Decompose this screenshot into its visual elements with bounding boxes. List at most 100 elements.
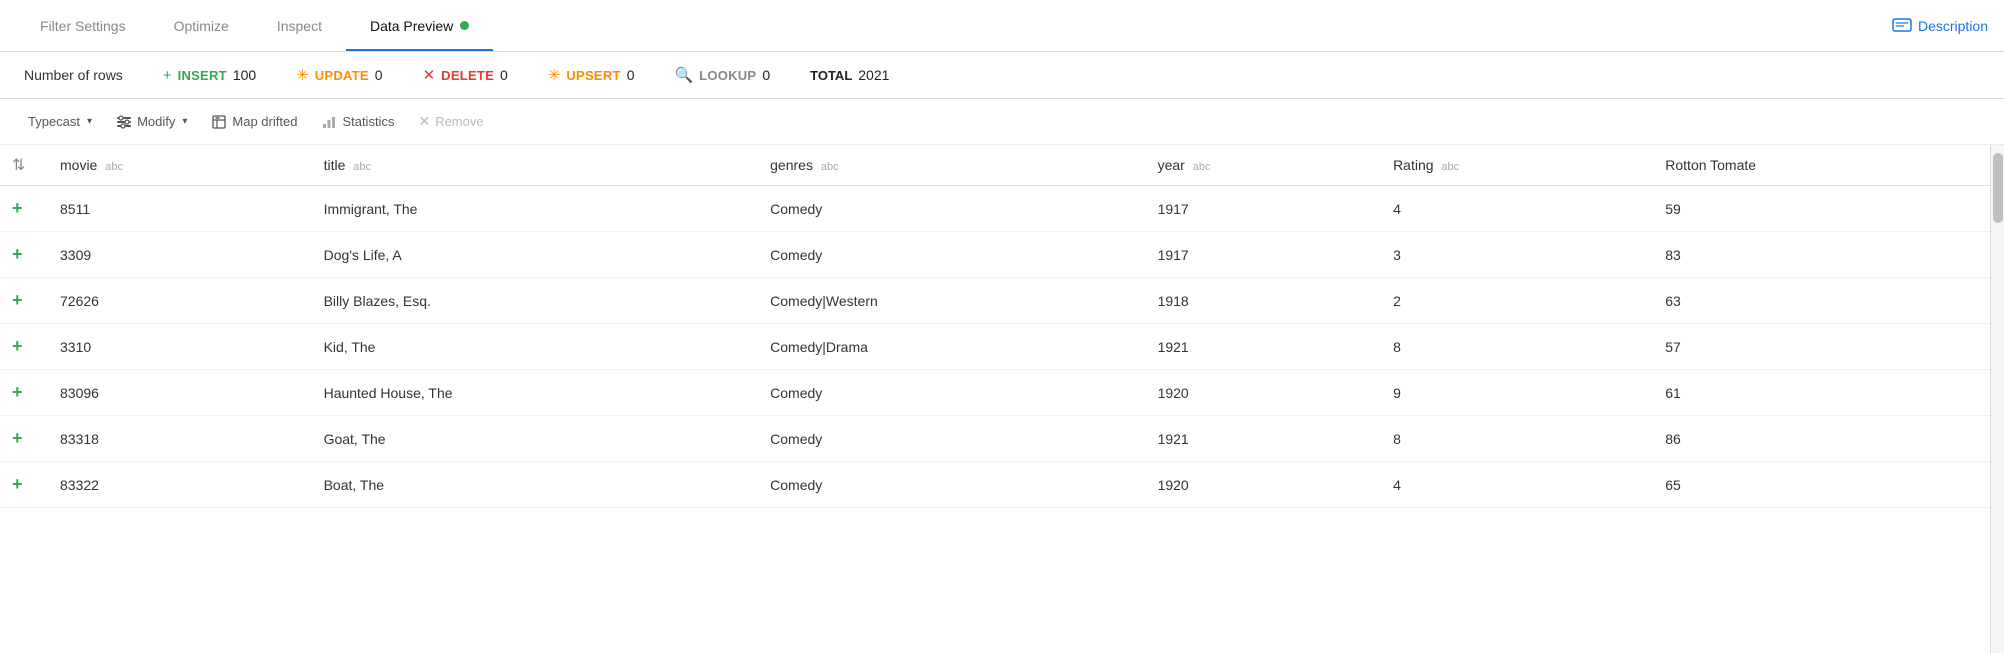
table-container[interactable]: ⇅ movie abc title abc genres abc (0, 145, 1990, 653)
title-cell: Boat, The (308, 462, 755, 508)
title-cell: Immigrant, The (308, 186, 755, 232)
vertical-scrollbar[interactable] (1990, 145, 2004, 653)
table-row: +83096Haunted House, TheComedy1920961 (0, 370, 1990, 416)
tab-filter-settings[interactable]: Filter Settings (16, 0, 150, 51)
total-value: 2021 (858, 67, 889, 83)
title-cell: Goat, The (308, 416, 755, 462)
typecast-label: Typecast (28, 114, 80, 129)
table-row: +3310Kid, TheComedy|Drama1921857 (0, 324, 1990, 370)
rotten-tomatoes-col-label: Rotton Tomate (1665, 157, 1756, 173)
typecast-chevron: ▾ (87, 116, 92, 127)
tab-inspect[interactable]: Inspect (253, 0, 346, 51)
rotten_tomatoes-cell: 61 (1649, 370, 1990, 416)
statistics-label: Statistics (342, 114, 394, 129)
title-col-type: abc (353, 161, 371, 173)
tab-data-preview[interactable]: Data Preview (346, 0, 493, 51)
table-row: +83318Goat, TheComedy1921886 (0, 416, 1990, 462)
table-body: +8511Immigrant, TheComedy1917459+3309Dog… (0, 186, 1990, 508)
genres-cell: Comedy|Western (754, 278, 1141, 324)
modify-button[interactable]: Modify ▾ (104, 110, 199, 134)
insert-label: INSERT (178, 68, 227, 83)
remove-label: Remove (435, 114, 483, 129)
modify-label: Modify (137, 114, 175, 129)
rating-cell: 4 (1377, 186, 1649, 232)
year-col-type: abc (1193, 161, 1211, 173)
rotten_tomatoes-cell: 65 (1649, 462, 1990, 508)
rating-cell: 8 (1377, 416, 1649, 462)
genres-col-type: abc (821, 161, 839, 173)
tab-optimize[interactable]: Optimize (150, 0, 253, 51)
scrollbar-thumb[interactable] (1993, 153, 2003, 223)
movie-cell: 3310 (44, 324, 308, 370)
rating-cell: 2 (1377, 278, 1649, 324)
tab-optimize-label: Optimize (174, 18, 229, 34)
row-indicator: + (0, 278, 44, 324)
row-indicator: + (0, 416, 44, 462)
rating-cell: 3 (1377, 232, 1649, 278)
insert-stat: + INSERT 100 (163, 67, 256, 84)
upsert-icon: ✳ (548, 66, 561, 84)
title-cell: Billy Blazes, Esq. (308, 278, 755, 324)
movie-cell: 83096 (44, 370, 308, 416)
genres-cell: Comedy (754, 462, 1141, 508)
rating-cell: 9 (1377, 370, 1649, 416)
movie-cell: 3309 (44, 232, 308, 278)
statistics-icon (321, 114, 337, 130)
rotten_tomatoes-cell: 63 (1649, 278, 1990, 324)
stats-row: Number of rows + INSERT 100 ✳ UPDATE 0 ✕… (0, 52, 2004, 99)
year-cell: 1920 (1142, 462, 1377, 508)
row-indicator: + (0, 232, 44, 278)
toolbar: Typecast ▾ Modify ▾ Map drifted (0, 99, 2004, 145)
rotten-tomatoes-column-header[interactable]: Rotton Tomate (1649, 145, 1990, 186)
year-cell: 1917 (1142, 232, 1377, 278)
movie-cell: 72626 (44, 278, 308, 324)
movie-cell: 83322 (44, 462, 308, 508)
row-indicator: + (0, 186, 44, 232)
rotten_tomatoes-cell: 83 (1649, 232, 1990, 278)
total-label: TOTAL (810, 68, 852, 83)
title-column-header[interactable]: title abc (308, 145, 755, 186)
delete-stat: ✕ DELETE 0 (423, 66, 508, 84)
movie-column-header[interactable]: movie abc (44, 145, 308, 186)
rotten_tomatoes-cell: 86 (1649, 416, 1990, 462)
rating-cell: 8 (1377, 324, 1649, 370)
table-wrap: ⇅ movie abc title abc genres abc (0, 145, 2004, 653)
sort-column-header[interactable]: ⇅ (0, 145, 44, 186)
genres-cell: Comedy (754, 232, 1141, 278)
description-button[interactable]: Description (1892, 18, 1988, 34)
upsert-label: UPSERT (566, 68, 620, 83)
rating-col-type: abc (1441, 161, 1459, 173)
year-cell: 1917 (1142, 186, 1377, 232)
lookup-icon: 🔍 (674, 66, 693, 84)
chat-icon (1892, 18, 1912, 34)
remove-button[interactable]: ✕ Remove (406, 109, 495, 134)
modify-icon (116, 114, 132, 130)
top-navigation: Filter Settings Optimize Inspect Data Pr… (0, 0, 2004, 52)
map-drifted-button[interactable]: Map drifted (199, 110, 309, 134)
lookup-label: LOOKUP (699, 68, 756, 83)
year-cell: 1918 (1142, 278, 1377, 324)
sort-icon: ⇅ (12, 157, 25, 174)
data-table: ⇅ movie abc title abc genres abc (0, 145, 1990, 508)
tab-filter-settings-label: Filter Settings (40, 18, 126, 34)
movie-cell: 8511 (44, 186, 308, 232)
total-stat: TOTAL 2021 (810, 67, 889, 83)
year-col-label: year (1158, 157, 1185, 173)
statistics-button[interactable]: Statistics (309, 110, 406, 134)
tab-data-preview-label: Data Preview (370, 18, 453, 34)
map-drifted-icon (211, 114, 227, 130)
delete-value: 0 (500, 67, 508, 83)
genres-cell: Comedy|Drama (754, 324, 1141, 370)
genres-column-header[interactable]: genres abc (754, 145, 1141, 186)
genres-cell: Comedy (754, 416, 1141, 462)
insert-icon: + (163, 67, 172, 84)
title-cell: Kid, The (308, 324, 755, 370)
rating-cell: 4 (1377, 462, 1649, 508)
title-col-label: title (324, 157, 346, 173)
delete-label: DELETE (441, 68, 494, 83)
rating-column-header[interactable]: Rating abc (1377, 145, 1649, 186)
insert-value: 100 (233, 67, 256, 83)
table-header-row: ⇅ movie abc title abc genres abc (0, 145, 1990, 186)
typecast-button[interactable]: Typecast ▾ (16, 110, 104, 133)
year-column-header[interactable]: year abc (1142, 145, 1377, 186)
